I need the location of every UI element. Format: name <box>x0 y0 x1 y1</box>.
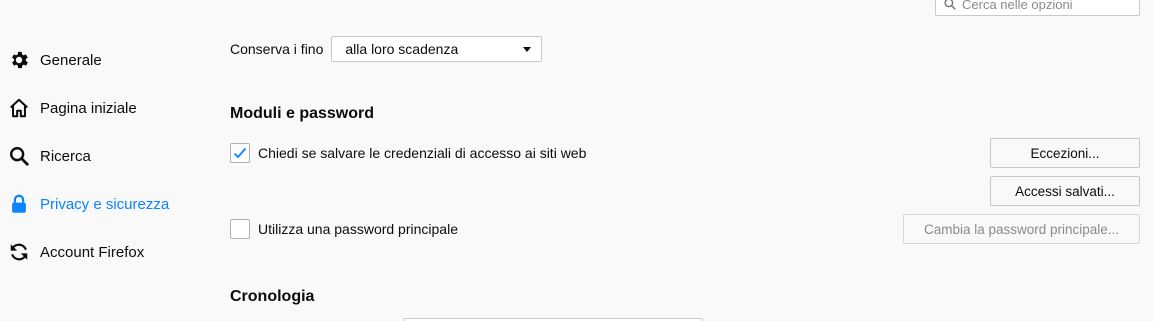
history-keep-value: alla loro scadenza <box>345 41 459 57</box>
sidebar-item-label: Pagina iniziale <box>40 99 137 117</box>
exceptions-button[interactable]: Eccezioni... <box>990 138 1140 168</box>
history-keep-label: Conserva i fino <box>230 41 324 57</box>
preferences-page: Generale Pagina iniziale Ricerca <box>0 0 1154 321</box>
history-keep-row: Conserva i fino alla loro scadenza <box>230 36 543 62</box>
gear-icon <box>8 49 30 71</box>
sync-icon <box>8 241 30 263</box>
history-section-title: Cronologia <box>230 288 315 305</box>
sidebar-item-label: Ricerca <box>40 147 91 165</box>
ask-save-logins-label: Chiedi se salvare le credenziali di acce… <box>258 145 587 161</box>
sidebar-item-account-firefox[interactable]: Account Firefox <box>0 228 200 276</box>
ask-save-logins-checkbox[interactable] <box>230 143 250 163</box>
lock-icon <box>8 193 30 215</box>
master-password-label: Utilizza una password principale <box>258 221 458 237</box>
sidebar-item-label: Privacy e sicurezza <box>40 195 170 213</box>
sidebar-item-label: Account Firefox <box>40 243 145 261</box>
sidebar-item-generale[interactable]: Generale <box>0 36 200 84</box>
search-input[interactable] <box>962 0 1132 12</box>
ask-save-logins-row[interactable]: Chiedi se salvare le credenziali di acce… <box>230 143 586 163</box>
forms-section-title: Moduli e password <box>230 105 375 122</box>
master-password-checkbox[interactable] <box>230 219 250 239</box>
change-master-password-button[interactable]: Cambia la password principale... <box>903 214 1140 244</box>
search-box[interactable] <box>935 0 1140 16</box>
home-icon <box>8 97 30 119</box>
master-password-row[interactable]: Utilizza una password principale <box>230 219 458 239</box>
saved-logins-button[interactable]: Accessi salvati... <box>990 176 1140 206</box>
search-icon <box>8 145 30 167</box>
sidebar-item-label: Generale <box>40 51 102 69</box>
sidebar-item-ricerca[interactable]: Ricerca <box>0 132 200 180</box>
sidebar-item-privacy-e-sicurezza[interactable]: Privacy e sicurezza <box>0 180 200 228</box>
sidebar: Generale Pagina iniziale Ricerca Privacy… <box>0 36 200 276</box>
sidebar-item-pagina-iniziale[interactable]: Pagina iniziale <box>0 84 200 132</box>
chevron-down-icon <box>523 46 532 52</box>
checkmark-icon <box>233 147 247 159</box>
search-icon <box>944 0 956 10</box>
history-keep-select[interactable]: alla loro scadenza <box>331 36 543 62</box>
